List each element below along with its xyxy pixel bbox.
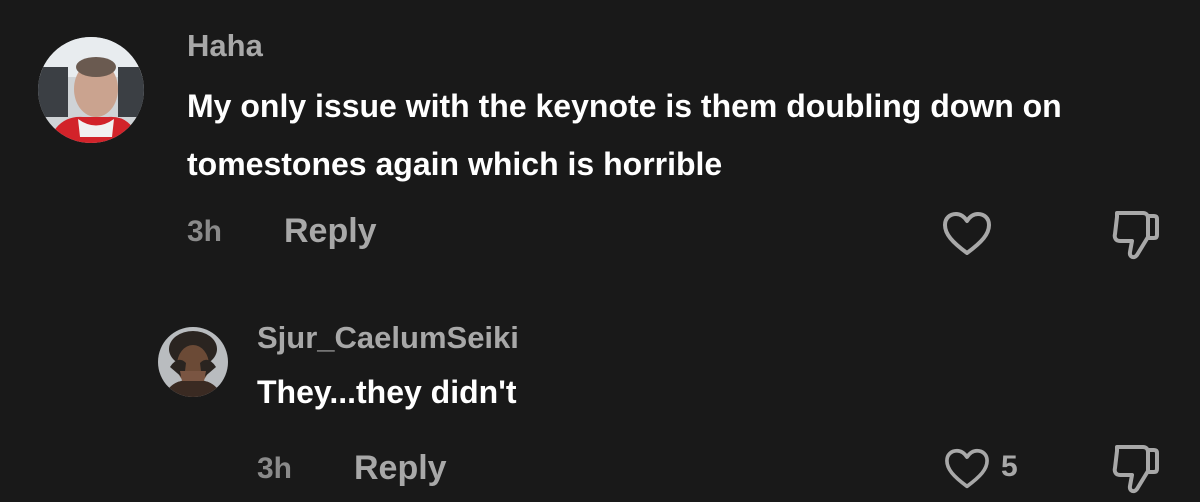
comment-timestamp: 3h [187,215,223,248]
thumbs-down-icon [1112,211,1159,260]
dislike-button[interactable] [1110,207,1160,261]
like-button[interactable] [942,211,992,257]
heart-icon [943,212,991,255]
comment-username[interactable]: Haha [187,28,263,64]
avatar-photo-icon [158,327,228,397]
thumbs-down-icon [1112,445,1159,494]
comment-text: My only issue with the keynote is them d… [187,88,1062,182]
heart-icon [945,448,989,489]
comment-username[interactable]: Sjur_CaelumSeiki [257,320,519,356]
user-avatar[interactable] [38,37,144,143]
reply-button[interactable]: Reply [354,449,447,488]
comment-text: They...they didn't [257,374,517,410]
like-button[interactable] [944,448,990,490]
avatar-photo-icon [38,37,144,143]
dislike-button[interactable] [1110,441,1160,495]
reply-button[interactable]: Reply [284,212,377,251]
comment-thread: Haha My only issue with the keynote is t… [0,0,1200,502]
comment-timestamp: 3h [257,452,293,485]
like-count: 5 [1001,450,1018,483]
user-avatar[interactable] [158,327,228,397]
